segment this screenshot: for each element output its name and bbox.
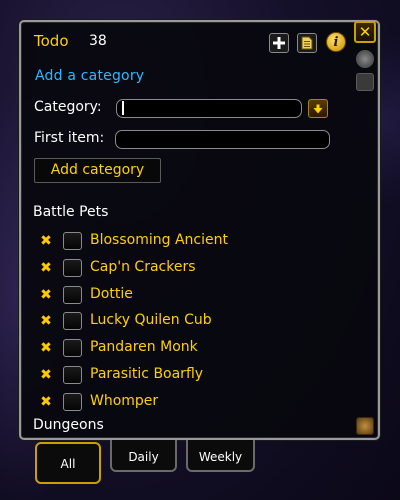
- remove-x-icon[interactable]: ✖: [38, 233, 54, 249]
- item-checkbox[interactable]: [63, 259, 82, 277]
- tab-weekly[interactable]: Weekly: [186, 440, 255, 472]
- section-title-dungeons: Dungeons: [33, 417, 104, 433]
- item-name: Parasitic Boarfly: [90, 366, 204, 382]
- list-item: ✖ Parasitic Boarfly: [38, 366, 338, 388]
- item-checkbox[interactable]: [63, 232, 82, 250]
- item-count: 38: [89, 33, 107, 49]
- remove-x-icon[interactable]: ✖: [38, 367, 54, 383]
- category-input[interactable]: [116, 99, 302, 118]
- category-label: Category:: [34, 99, 102, 115]
- remove-x-icon[interactable]: ✖: [38, 313, 54, 329]
- item-checkbox[interactable]: [63, 339, 82, 357]
- list-item: ✖ Pandaren Monk: [38, 339, 338, 361]
- list-item: ✖ Lucky Quilen Cub: [38, 312, 338, 334]
- item-checkbox[interactable]: [63, 393, 82, 411]
- resize-handle-icon[interactable]: [356, 417, 374, 435]
- info-button[interactable]: i: [326, 32, 346, 52]
- document-icon: [301, 36, 313, 50]
- remove-x-icon[interactable]: ✖: [38, 287, 54, 303]
- side-square-button[interactable]: [356, 73, 374, 91]
- list-item: ✖ Blossoming Ancient: [38, 232, 338, 254]
- category-dropdown-button[interactable]: [308, 99, 328, 118]
- list-item: ✖ Cap'n Crackers: [38, 259, 338, 281]
- list-button[interactable]: [297, 33, 317, 53]
- remove-x-icon[interactable]: ✖: [38, 340, 54, 356]
- close-icon: ✕: [358, 23, 372, 41]
- add-item-button[interactable]: [269, 33, 289, 53]
- item-name: Pandaren Monk: [90, 339, 198, 355]
- close-button[interactable]: ✕: [354, 21, 376, 43]
- list-item: ✖ Whomper: [38, 393, 338, 415]
- first-item-label: First item:: [34, 130, 105, 146]
- first-item-input[interactable]: [115, 130, 330, 149]
- plus-icon: [273, 37, 285, 49]
- add-category-button[interactable]: Add category: [34, 158, 161, 183]
- item-checkbox[interactable]: [63, 366, 82, 384]
- remove-x-icon[interactable]: ✖: [38, 260, 54, 276]
- section-title-battle-pets: Battle Pets: [33, 204, 109, 220]
- info-icon: i: [333, 34, 339, 50]
- remove-x-icon[interactable]: ✖: [38, 394, 54, 410]
- item-name: Lucky Quilen Cub: [90, 312, 212, 328]
- add-category-link[interactable]: Add a category: [35, 68, 144, 84]
- arrow-down-icon: [313, 104, 323, 113]
- tab-daily[interactable]: Daily: [110, 440, 177, 472]
- tab-all[interactable]: All: [35, 442, 101, 484]
- window-title: Todo: [34, 32, 69, 50]
- item-name: Blossoming Ancient: [90, 232, 228, 248]
- item-checkbox[interactable]: [63, 312, 82, 330]
- list-item: ✖ Dottie: [38, 286, 338, 308]
- item-name: Whomper: [90, 393, 159, 409]
- item-name: Cap'n Crackers: [90, 259, 196, 275]
- side-round-button[interactable]: [356, 50, 374, 68]
- item-checkbox[interactable]: [63, 286, 82, 304]
- text-cursor: [122, 101, 124, 115]
- item-name: Dottie: [90, 286, 133, 302]
